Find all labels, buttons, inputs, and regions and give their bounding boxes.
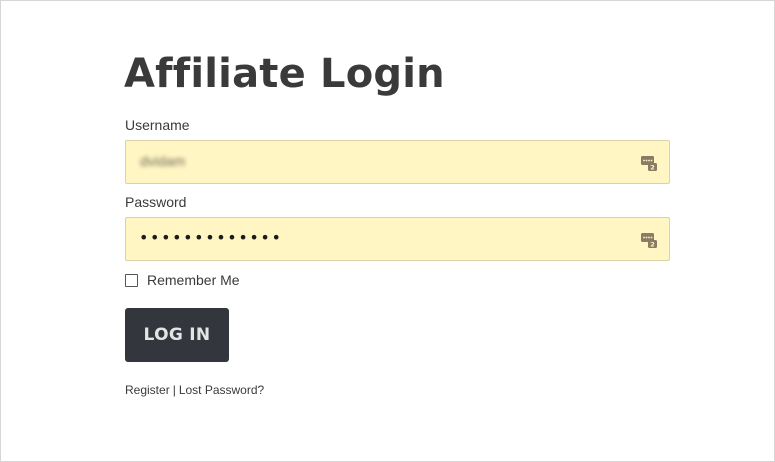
remember-me-row: Remember Me — [125, 272, 240, 288]
remember-me-checkbox[interactable] — [125, 273, 138, 287]
login-page: Affiliate Login Username dvidam 2 Passwo… — [0, 0, 775, 462]
login-button[interactable]: LOG IN — [125, 308, 229, 362]
username-value: dvidam — [140, 153, 186, 169]
password-label: Password — [125, 194, 187, 210]
password-value: ••••••••••••• — [139, 228, 283, 247]
autofill-icon[interactable]: 2 — [640, 231, 658, 249]
username-label: Username — [125, 117, 190, 133]
register-link[interactable]: Register — [125, 383, 170, 397]
svg-text:2: 2 — [650, 240, 655, 248]
autofill-icon[interactable]: 2 — [640, 154, 658, 172]
password-input[interactable]: ••••••••••••• 2 — [125, 217, 670, 261]
page-title: Affiliate Login — [124, 51, 445, 97]
footer-links: Register | Lost Password? — [125, 383, 264, 397]
username-input[interactable]: dvidam 2 — [125, 140, 670, 184]
remember-me-label[interactable]: Remember Me — [147, 272, 240, 288]
link-separator: | — [172, 383, 176, 397]
svg-text:2: 2 — [650, 163, 655, 171]
lost-password-link[interactable]: Lost Password? — [179, 383, 264, 397]
